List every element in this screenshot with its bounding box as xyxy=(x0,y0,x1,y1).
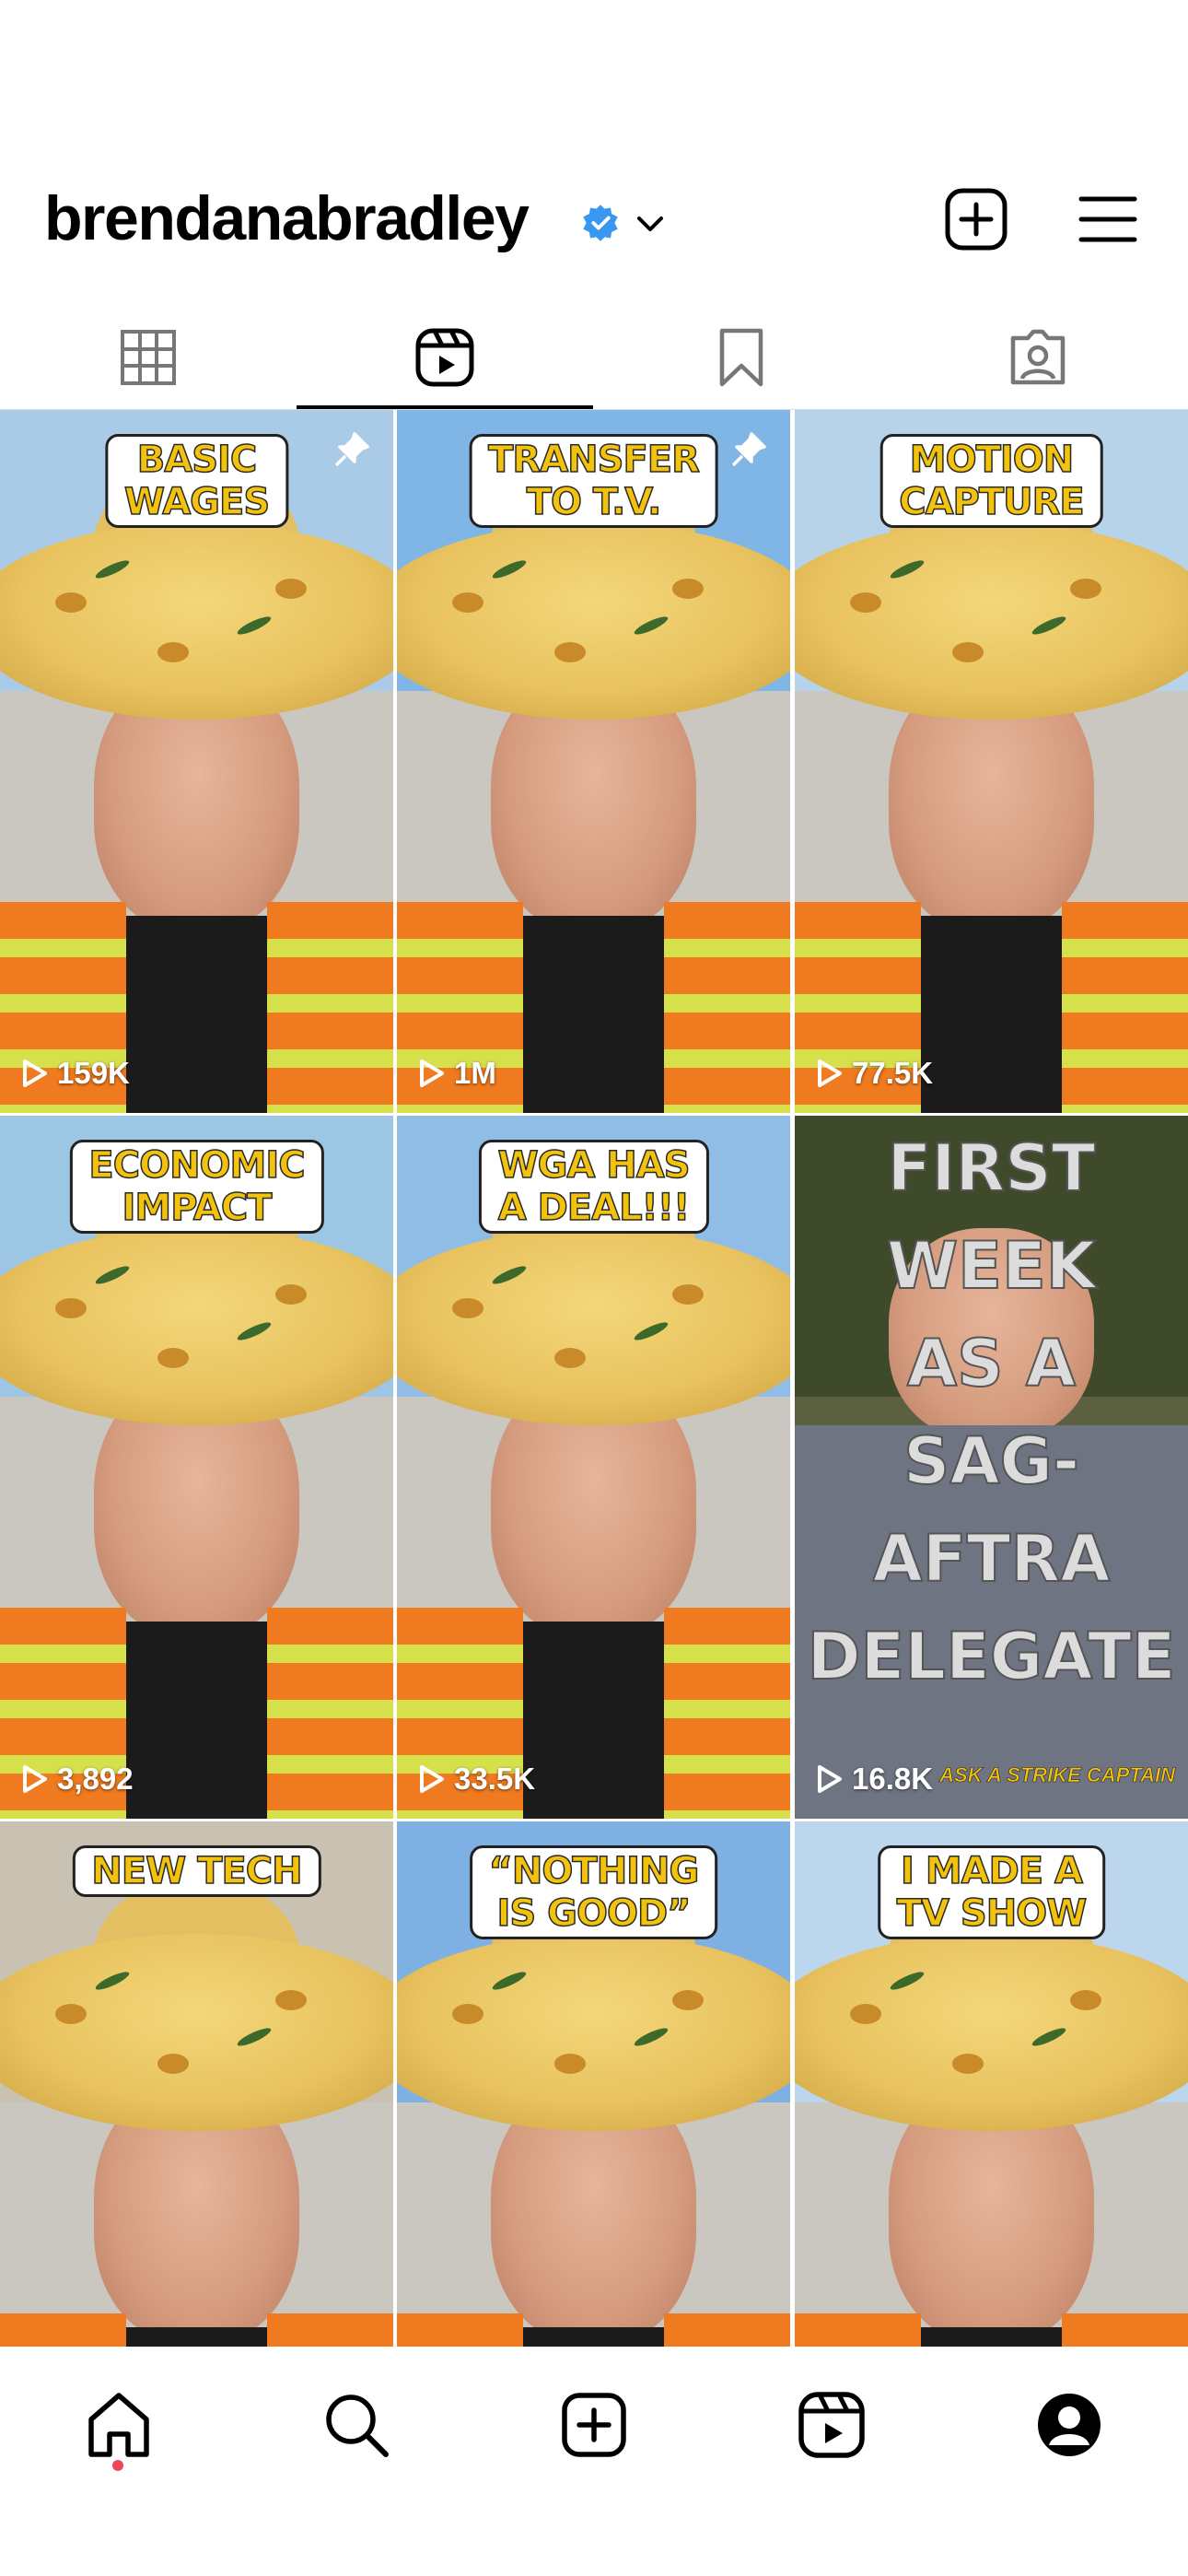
view-count: 16.8K xyxy=(815,1762,933,1797)
nav-search[interactable] xyxy=(315,2383,398,2466)
reel-tile[interactable]: TRANSFER TO T.V. 1M xyxy=(397,410,790,1113)
reel-caption: ECONOMIC IMPACT xyxy=(69,1140,324,1234)
profile-tabs xyxy=(0,304,1188,411)
view-count: 33.5K xyxy=(417,1762,535,1797)
nav-new-post[interactable] xyxy=(553,2383,635,2466)
play-icon xyxy=(420,1765,444,1793)
view-count: 1M xyxy=(417,1056,496,1091)
reel-caption: NEW TECH xyxy=(72,1845,321,1897)
view-count-label: 77.5K xyxy=(852,1056,934,1090)
play-icon xyxy=(818,1765,842,1793)
reel-caption: I MADE A TV SHOW xyxy=(877,1845,1106,1939)
view-count-label: 33.5K xyxy=(454,1762,536,1796)
reel-tile[interactable]: I MADE A TV SHOW xyxy=(795,1821,1188,2347)
saved-icon xyxy=(719,328,763,387)
profile-icon xyxy=(1038,2394,1101,2456)
bottom-navigation xyxy=(0,2347,1188,2576)
reel-tile[interactable]: “NOTHING IS GOOD” xyxy=(397,1821,790,2347)
search-icon xyxy=(326,2395,389,2457)
create-icon[interactable] xyxy=(943,186,1009,252)
chevron-down-icon[interactable] xyxy=(634,210,667,238)
notification-dot xyxy=(112,2460,123,2471)
new-post-icon xyxy=(562,2393,626,2457)
view-count-label: 159K xyxy=(57,1056,130,1090)
reel-tile[interactable]: MOTION CAPTURE 77.5K xyxy=(795,410,1188,1113)
view-count: 159K xyxy=(20,1056,130,1091)
tab-grid[interactable] xyxy=(0,304,297,411)
reel-tile[interactable]: FIRST WEEK AS A SAG- AFTRA DELEGATE 16.8K… xyxy=(795,1116,1188,1819)
pin-icon xyxy=(731,432,766,467)
nav-home[interactable] xyxy=(77,2383,160,2466)
reels-nav-icon xyxy=(798,2392,865,2458)
play-icon xyxy=(23,1060,47,1087)
reel-caption: BASIC WAGES xyxy=(104,434,289,528)
view-count-label: 1M xyxy=(454,1056,496,1090)
play-icon xyxy=(420,1060,444,1087)
play-icon xyxy=(818,1060,842,1087)
play-icon xyxy=(23,1765,47,1793)
menu-icon[interactable] xyxy=(1077,193,1138,245)
view-count: 3,892 xyxy=(20,1762,134,1797)
tab-tagged[interactable] xyxy=(890,304,1186,411)
reel-caption: WGA HAS A DEAL!!! xyxy=(478,1140,709,1234)
reel-tile[interactable]: BASIC WAGES 159K xyxy=(0,410,393,1113)
reel-thumbnail xyxy=(0,1821,393,2347)
reel-tile[interactable]: NEW TECH xyxy=(0,1821,393,2347)
nav-profile[interactable] xyxy=(1028,2383,1111,2466)
username[interactable]: brendanabradley xyxy=(44,182,530,254)
reels-icon xyxy=(415,328,474,387)
profile-header: brendanabradley xyxy=(0,166,1188,267)
reel-caption: MOTION CAPTURE xyxy=(879,434,1103,528)
nav-reels[interactable] xyxy=(790,2383,873,2466)
tab-reels[interactable] xyxy=(297,304,593,411)
pin-icon xyxy=(334,432,369,467)
reel-tile[interactable]: WGA HAS A DEAL!!! 33.5K xyxy=(397,1116,790,1819)
reel-caption: FIRST WEEK AS A SAG- AFTRA DELEGATE xyxy=(806,1130,1176,1695)
view-count: 77.5K xyxy=(815,1056,933,1091)
reel-caption: TRANSFER TO T.V. xyxy=(469,434,718,528)
tab-saved[interactable] xyxy=(593,304,890,411)
grid-icon xyxy=(121,330,176,385)
verified-badge-icon xyxy=(583,205,618,241)
reels-grid: BASIC WAGES 159K TRANSFER TO T.V. 1M MOTION … xyxy=(0,410,1188,2347)
tagged-icon xyxy=(1010,329,1066,385)
view-count-label: 16.8K xyxy=(852,1762,934,1796)
reel-tile[interactable]: ECONOMIC IMPACT 3,892 xyxy=(0,1116,393,1819)
view-count-label: 3,892 xyxy=(57,1762,134,1796)
reel-watermark: ASK A STRIKE CAPTAIN xyxy=(939,1763,1175,1787)
reel-caption: “NOTHING IS GOOD” xyxy=(469,1845,718,1939)
home-icon xyxy=(88,2393,149,2457)
